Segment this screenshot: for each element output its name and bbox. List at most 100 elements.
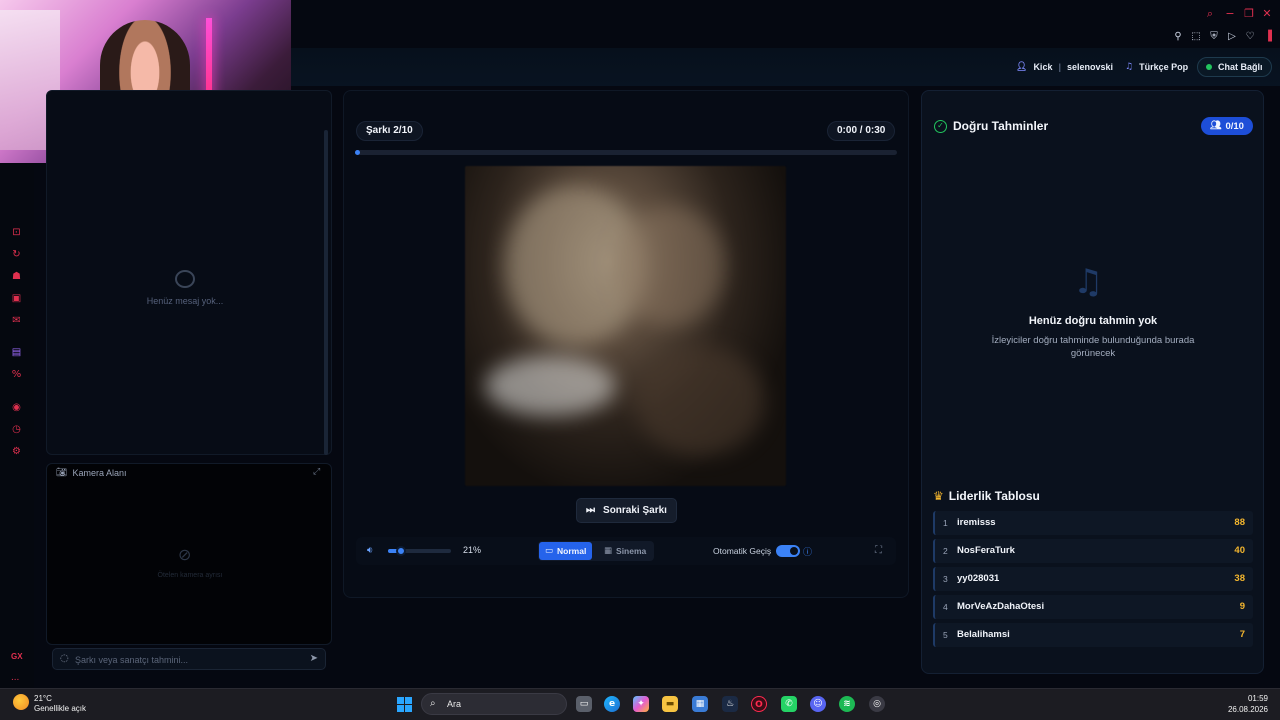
file-explorer-icon[interactable]: ▭ [576, 696, 592, 712]
chrome-icon[interactable]: ◎ [869, 696, 885, 712]
minimize-icon[interactable]: − [1224, 8, 1236, 20]
play-circle-icon[interactable]: ◉ [10, 401, 23, 414]
leaderboard-rank: 1 [943, 518, 948, 528]
album-cover-blurred [465, 166, 786, 486]
robot-icon[interactable]: ☗ [10, 270, 23, 283]
volume-value: 21% [463, 545, 482, 555]
guess-count: 0/10 [1225, 120, 1244, 132]
next-song-button[interactable]: ⏭︎ Sonraki Şarkı [576, 498, 677, 523]
screenshot-icon[interactable]: ⬚ [1190, 31, 1202, 43]
correct-guesses-header: ✓ Doğru Tahminler [934, 119, 1048, 133]
skip-icon: ⏭︎ [586, 505, 596, 516]
fullscreen-icon[interactable]: ⛶ [875, 545, 882, 556]
guess-input-box[interactable]: ◌ ➤ [52, 648, 326, 670]
more-icon[interactable]: ... [11, 672, 19, 683]
shield-icon[interactable]: ⛨ [1208, 31, 1220, 43]
chat-icon: ◌ [60, 653, 69, 664]
gamepad-icon[interactable]: ⊡ [10, 226, 23, 239]
monitor-icon[interactable]: ▣ [10, 292, 23, 305]
menu-icon[interactable]: ▐ [1262, 31, 1274, 43]
leaderboard-rank: 4 [943, 602, 948, 612]
mail-icon[interactable]: ✉ [10, 314, 23, 327]
cover-blob-4 [635, 346, 765, 456]
opera-gx-logo[interactable]: GX [11, 652, 23, 661]
monitor-icon: ▭ [545, 546, 554, 556]
clock-time: 01:59 [1247, 694, 1268, 703]
leaderboard-score: 38 [1234, 573, 1245, 584]
clock-date: 26.08.2026 [1227, 705, 1268, 714]
cover-blob-2 [615, 206, 725, 326]
twitch-icon[interactable]: ▤ [10, 346, 23, 359]
temperature: 21°C [34, 694, 52, 703]
chat-scrollbar[interactable] [324, 130, 328, 455]
playlist-label: Türkçe Pop [1139, 62, 1189, 72]
volume-icon[interactable]: 🔉︎ [367, 545, 373, 556]
mode-cinema-button[interactable]: ▦ Sinema [598, 542, 652, 560]
weather-condition: Genellikle açık [34, 704, 87, 713]
camera-area-title: Kamera Alanı [72, 468, 127, 478]
pin-icon[interactable]: ⚲ [1172, 31, 1184, 43]
leaderboard-name: NosFeraTurk [957, 545, 1015, 556]
leaderboard-rank: 2 [943, 546, 948, 556]
discord-icon[interactable]: ☺ [810, 696, 826, 712]
search-icon[interactable]: ⌕ [1204, 8, 1216, 20]
edge-icon[interactable]: e [604, 696, 620, 712]
kick-channel[interactable]: 👤︎ Kick | selenovski [1016, 57, 1113, 77]
playlist-selector[interactable]: ♫ Türkçe Pop [1125, 57, 1188, 77]
music-icon: ♫ [1125, 62, 1134, 72]
chat-bubble-icon [175, 270, 195, 288]
auto-advance-toggle[interactable] [776, 545, 800, 557]
taskbar-search-label: Ara [447, 699, 462, 709]
restore-icon[interactable]: ❐ [1243, 8, 1255, 20]
refresh-icon[interactable]: ↻ [10, 248, 23, 261]
settings-icon[interactable]: ⚙ [10, 445, 23, 458]
chat-empty-text: Henüz mesaj yok... [146, 296, 224, 306]
mode-normal-button[interactable]: ▭ Normal [539, 542, 593, 560]
percent-icon[interactable]: % [10, 368, 23, 381]
leaderboard-score: 88 [1234, 517, 1245, 528]
volume-slider[interactable] [388, 546, 451, 556]
progress-bar[interactable] [355, 150, 897, 155]
correct-guesses-title: Doğru Tahminler [953, 119, 1049, 133]
guess-count-badge: 👥︎ 0/10 [1201, 117, 1253, 135]
taskbar-clock[interactable]: 01:59 26.08.2026 [1220, 693, 1268, 715]
user-icon: 👤︎ [1016, 62, 1028, 72]
leaderboard-name: MorVeAzDahaOtesi [957, 601, 1045, 612]
folder-icon[interactable]: ▬ [662, 696, 678, 712]
film-icon: ▦ [604, 546, 613, 556]
weather-icon[interactable] [13, 694, 29, 710]
crown-icon: ♛ [933, 489, 944, 503]
windows-start-icon[interactable] [397, 697, 412, 712]
leaderboard-score: 40 [1234, 545, 1245, 556]
leaderboard-score: 7 [1239, 629, 1245, 640]
info-icon[interactable]: ⓘ [803, 545, 812, 558]
play-icon[interactable]: ▷ [1226, 31, 1238, 43]
empty-guesses-subtitle: İzleyiciler doğru tahminde bulunduğunda … [991, 335, 1195, 359]
spotify-icon[interactable]: ≋ [839, 696, 855, 712]
camera-area-header: 📷︎ Kamera Alanı [56, 468, 126, 478]
heart-icon[interactable]: ♡ [1244, 31, 1256, 43]
send-icon[interactable]: ➤ [310, 653, 318, 664]
copilot-icon[interactable]: ✦ [633, 696, 649, 712]
search-icon: ⌕ [430, 698, 436, 709]
whatsapp-icon[interactable]: ✆ [781, 696, 797, 712]
users-icon: 👥︎ [1210, 121, 1222, 131]
platform-label: Kick [1033, 62, 1053, 72]
leaderboard-row: 1 iremisss 88 [933, 511, 1253, 535]
leaderboard-name: yy028031 [957, 573, 1000, 584]
guess-input[interactable] [75, 652, 305, 667]
close-icon[interactable]: ✕ [1261, 8, 1273, 20]
expand-icon[interactable]: ⤢ [313, 467, 320, 477]
opera-gx-icon[interactable]: O [751, 696, 767, 712]
chat-status-badge[interactable]: Chat Bağlı [1197, 57, 1272, 77]
clock-icon[interactable]: ◷ [10, 423, 23, 436]
leaderboard-title: Liderlik Tablosu [948, 489, 1040, 503]
store-icon[interactable]: ▦ [692, 696, 708, 712]
steam-icon[interactable]: ♨ [722, 696, 738, 712]
taskbar-search[interactable]: ⌕ Ara [421, 693, 567, 715]
weather-widget[interactable]: 21°C Genellikle açık [34, 694, 86, 714]
music-note-icon: ♫ [1073, 262, 1104, 302]
empty-guesses-title: Henüz doğru tahmin yok [1028, 315, 1158, 327]
leaderboard-name: Belalihamsi [957, 629, 1010, 640]
channel-name: selenovski [1066, 62, 1114, 72]
